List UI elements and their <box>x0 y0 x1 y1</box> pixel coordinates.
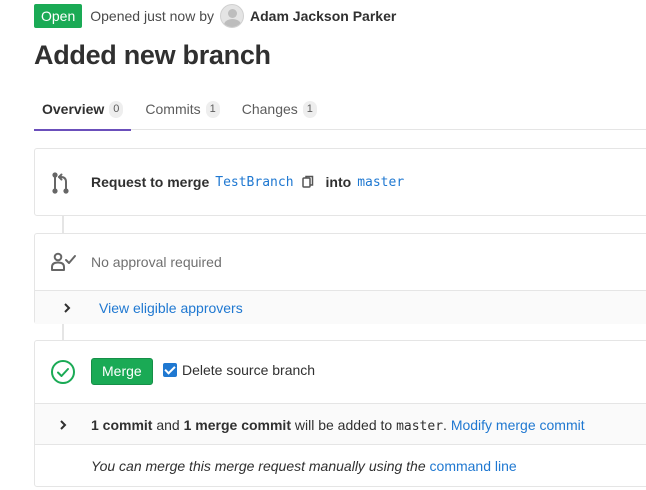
into-label: into <box>325 174 352 190</box>
delete-source-branch-checkbox[interactable] <box>163 363 177 377</box>
commit-count: 1 commit <box>91 417 153 433</box>
request-to-merge-label: Request to merge <box>91 174 210 190</box>
manual-merge-text: You can merge this merge request manuall… <box>91 458 517 474</box>
delete-source-branch-option[interactable]: Delete source branch <box>163 362 315 378</box>
author-link[interactable]: Adam Jackson Parker <box>250 8 396 24</box>
commit-summary: 1 commit and 1 merge commit will be adde… <box>91 417 585 434</box>
tab-overview[interactable]: Overview 0 <box>34 88 132 131</box>
tab-label: Changes <box>241 101 298 117</box>
command-line-link[interactable]: command line <box>430 458 517 474</box>
tab-label: Commits <box>145 101 201 117</box>
merge-widget: Merge Delete source branch 1 commit and … <box>34 340 646 487</box>
tab-label: Overview <box>42 101 105 117</box>
will-be-added-label: will be added to <box>294 417 393 433</box>
merge-request-branches: Request to merge TestBranch into master <box>35 149 646 215</box>
target-branch-name: master <box>396 419 444 434</box>
merge-button[interactable]: Merge <box>91 358 153 385</box>
target-branch-link[interactable]: master <box>357 175 404 190</box>
git-merge-icon <box>49 171 73 195</box>
manual-merge-label: You can merge this merge request manuall… <box>91 458 426 474</box>
copy-icon[interactable] <box>301 175 314 189</box>
branch-info-widget: Request to merge TestBranch into master <box>34 148 646 216</box>
tab-count-badge: 0 <box>109 100 124 118</box>
approvals-widget: No approval required View eligible appro… <box>34 233 646 324</box>
chevron-right-icon[interactable] <box>61 300 73 316</box>
status-badge: Open <box>34 4 83 28</box>
merge-branch-text: Request to merge TestBranch into master <box>91 174 404 190</box>
tab-commits[interactable]: Commits 1 <box>137 88 227 130</box>
period: . <box>443 417 447 433</box>
approval-status: No approval required <box>35 234 646 290</box>
merge-actions: Merge Delete source branch <box>35 341 646 403</box>
and-label: and <box>156 417 180 433</box>
approval-icon <box>49 251 77 273</box>
merge-request-tabs: Overview 0 Commits 1 Changes 1 <box>34 88 646 131</box>
view-eligible-approvers-link[interactable]: View eligible approvers <box>99 300 243 316</box>
approvers-toggle[interactable]: View eligible approvers <box>35 290 646 324</box>
issuable-header: Open Opened just now by Adam Jackson Par… <box>34 4 396 28</box>
page-title: Added new branch <box>34 40 271 70</box>
manual-merge-row: You can merge this merge request manuall… <box>35 444 646 486</box>
delete-source-branch-label: Delete source branch <box>182 362 316 378</box>
tab-changes[interactable]: Changes 1 <box>234 88 325 130</box>
tab-count-badge: 1 <box>302 100 317 118</box>
approval-status-text: No approval required <box>91 254 222 270</box>
commit-info-row[interactable]: 1 commit and 1 merge commit will be adde… <box>35 403 646 444</box>
chevron-right-icon[interactable] <box>57 417 69 433</box>
merge-commit-count: 1 merge commit <box>183 417 291 433</box>
source-branch-link[interactable]: TestBranch <box>215 175 293 190</box>
modify-merge-commit-link[interactable]: Modify merge commit <box>451 417 585 433</box>
tab-count-badge: 1 <box>205 100 220 118</box>
check-circle-icon <box>50 359 76 385</box>
avatar[interactable] <box>220 4 244 28</box>
opened-text: Opened just now by <box>90 8 214 24</box>
